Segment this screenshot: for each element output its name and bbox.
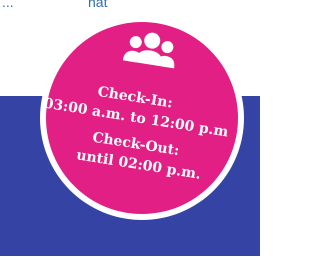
users-group-icon (122, 32, 175, 69)
badge-text-group: Check-In: 03:00 a.m. to 12:00 p.m Check-… (0, 0, 261, 258)
snippet-left: ... (2, 0, 14, 10)
